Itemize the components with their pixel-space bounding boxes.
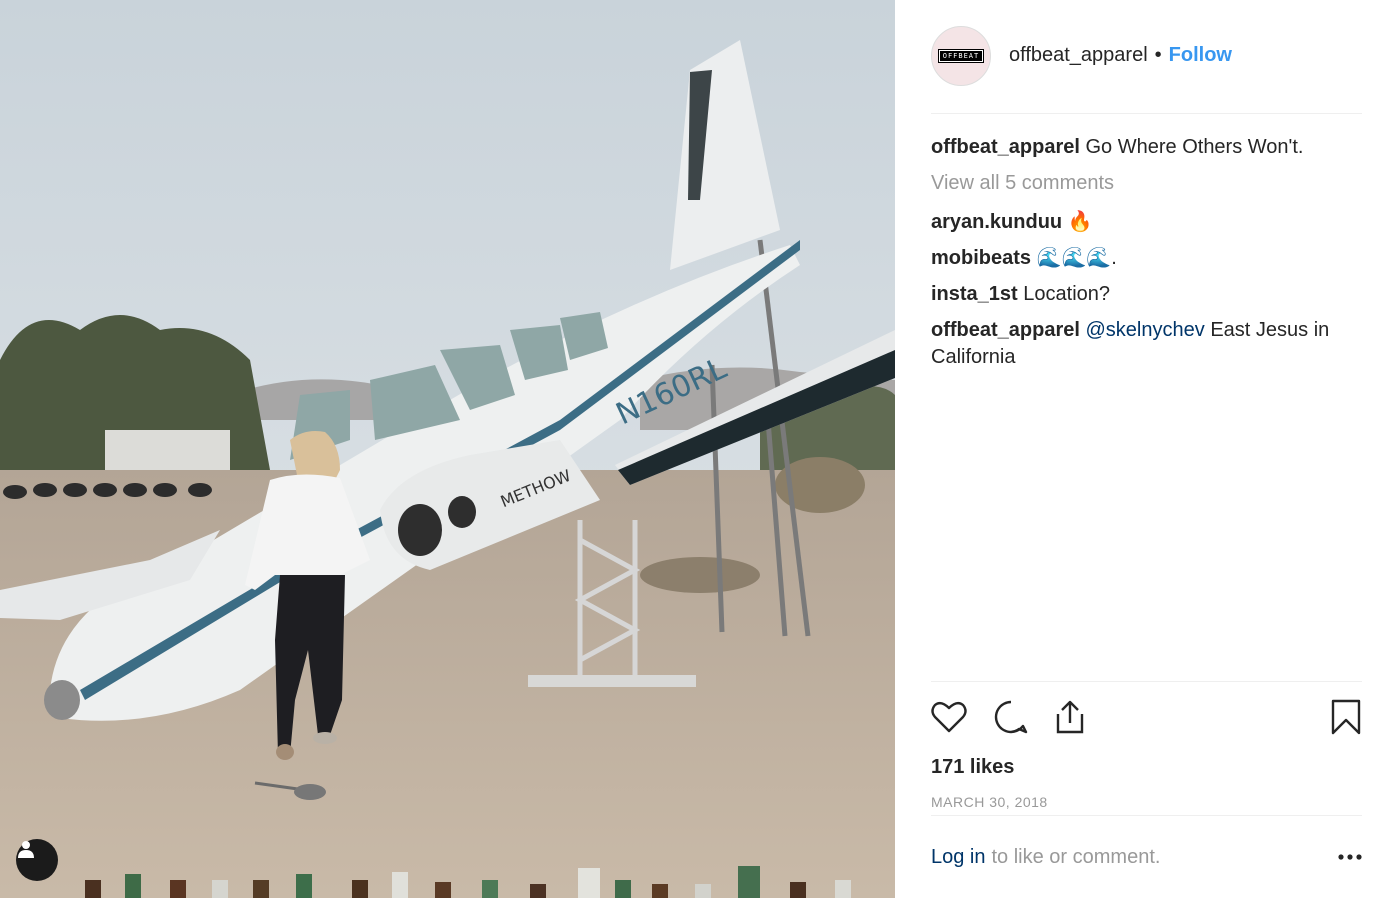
comment-text: 🔥 (1067, 211, 1093, 233)
comment-item: insta_1st Location? (931, 281, 1362, 308)
author-username[interactable]: offbeat_apparel (1009, 44, 1148, 67)
comment-text: 🌊🌊🌊. (1036, 247, 1117, 269)
action-icons (931, 682, 1362, 752)
post-photo[interactable]: METHOW N160RL (0, 0, 895, 898)
comment-item: mobibeats 🌊🌊🌊. (931, 245, 1362, 272)
comment-username[interactable]: aryan.kunduu (931, 211, 1062, 233)
comment-button[interactable] (993, 699, 1029, 735)
likes-count[interactable]: 171 likes (931, 752, 1362, 782)
comment-username[interactable]: offbeat_apparel (931, 319, 1080, 341)
caption-username[interactable]: offbeat_apparel (931, 136, 1080, 158)
more-options-button[interactable] (1338, 853, 1362, 861)
comment-icon (994, 700, 1028, 734)
comment-username[interactable]: insta_1st (931, 283, 1018, 305)
post-actions: 171 likes MARCH 30, 2018 (931, 681, 1362, 820)
heart-icon (931, 701, 967, 733)
bookmark-button[interactable] (1330, 699, 1362, 735)
user-tag-button[interactable] (16, 839, 58, 881)
post-side-panel: OFFBEAT offbeat_apparel • Follow offbeat… (895, 0, 1397, 898)
comment-mention[interactable]: @skelnychev (1086, 319, 1205, 341)
post-header: OFFBEAT offbeat_apparel • Follow (931, 26, 1362, 114)
avatar-logo: OFFBEAT (937, 49, 985, 63)
more-icon (1338, 854, 1362, 860)
comment-username[interactable]: mobibeats (931, 247, 1031, 269)
view-all-comments-link[interactable]: View all 5 comments (931, 170, 1362, 197)
share-button[interactable] (1053, 699, 1087, 735)
login-prompt-text: to like or comment. (991, 845, 1161, 868)
comments-section: offbeat_apparel Go Where Others Won't. V… (931, 134, 1362, 380)
like-button[interactable] (931, 700, 967, 734)
separator-dot: • (1154, 44, 1162, 66)
user-tag-icon (18, 841, 34, 858)
caption: offbeat_apparel Go Where Others Won't. (931, 134, 1362, 161)
avatar[interactable]: OFFBEAT (931, 26, 991, 86)
airplane-photo: METHOW N160RL (0, 0, 895, 898)
login-prompt: Log in to like or comment. (931, 815, 1362, 898)
comment-item: aryan.kunduu 🔥 (931, 209, 1362, 236)
share-icon (1056, 700, 1084, 734)
comment-text: Location? (1023, 283, 1111, 305)
follow-button[interactable]: Follow (1169, 44, 1232, 67)
author-line: offbeat_apparel • Follow (1009, 44, 1232, 67)
comment-item: offbeat_apparel @skelnychev East Jesus i… (931, 317, 1362, 371)
caption-text: Go Where Others Won't. (1085, 136, 1304, 158)
login-link[interactable]: Log in (931, 846, 986, 869)
bookmark-icon (1331, 699, 1361, 735)
